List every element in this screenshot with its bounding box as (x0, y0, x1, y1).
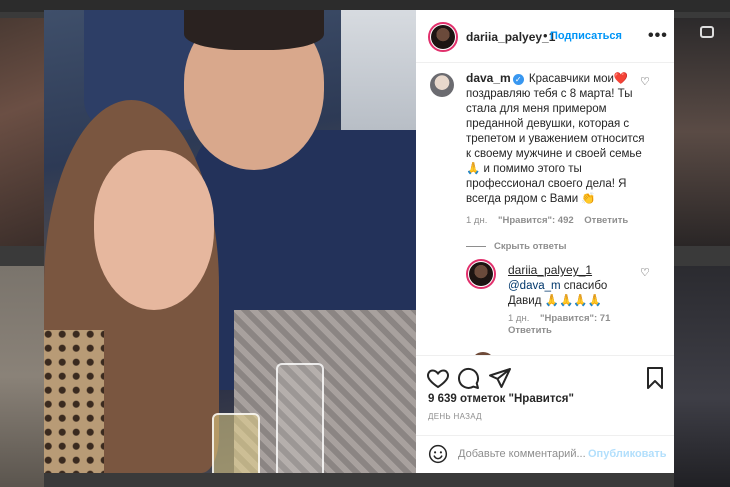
verified-icon: ✓ (512, 74, 524, 85)
post-header: dariia_palyey_1 • Подписаться ••• (416, 10, 674, 63)
blanket (234, 310, 416, 473)
reply-button[interactable]: Ответить (584, 215, 628, 226)
background-post-thumbnail[interactable] (674, 266, 730, 487)
share-icon[interactable] (488, 366, 512, 390)
commenter-username[interactable]: dava_m (466, 71, 511, 85)
comment-like-icon[interactable]: ♡ (640, 75, 650, 88)
reply-like-icon[interactable]: ♡ (640, 266, 650, 279)
comment-likes-count[interactable]: "Нравится": 492 (498, 215, 574, 226)
reply-author-avatar[interactable] (469, 262, 493, 286)
reels-icon (700, 26, 714, 38)
heart-icon[interactable] (426, 366, 450, 390)
airplane-window (341, 10, 416, 130)
leopard-coat (44, 330, 104, 473)
comment-body: dava_m ✓ Красавчики мои❤️ поздравляю тебя… (466, 71, 646, 207)
champagne-glass (212, 413, 260, 473)
author-avatar[interactable] (431, 25, 455, 49)
reply-author-username[interactable]: dariia_palyey_1 (508, 263, 592, 277)
reply-body: dariia_palyey_1 @dava_m спасибо Давид 🙏🙏… (508, 263, 633, 309)
reply-time: 1 дн. (508, 313, 530, 324)
post-photo[interactable] (44, 10, 416, 473)
background-post-thumbnail[interactable] (674, 18, 730, 246)
likes-count[interactable]: 9 639 отметок "Нравится" (428, 393, 574, 405)
comment-text: Красавчики мои❤️ поздравляю тебя с 8 мар… (466, 73, 645, 205)
divider-line (466, 245, 486, 247)
more-icon[interactable]: ••• (648, 27, 668, 45)
add-comment-row: Опубликовать (416, 435, 674, 473)
reply-meta: 1 дн. "Нравится": 71 Ответить (508, 313, 628, 337)
separator-dot: • (543, 28, 548, 43)
comment-input[interactable] (458, 444, 608, 464)
background-post-thumbnail[interactable] (0, 266, 44, 487)
bookmark-icon[interactable] (643, 366, 667, 390)
publish-button[interactable]: Опубликовать (588, 448, 667, 460)
background-post-thumbnail[interactable] (0, 18, 44, 246)
champagne-glass (276, 363, 324, 473)
hide-replies-label: Скрыть ответы (494, 241, 567, 252)
commenter-avatar[interactable] (430, 73, 454, 97)
mention-link[interactable]: @dava_m (508, 280, 561, 292)
woman-face (94, 150, 214, 310)
hide-replies-button[interactable]: Скрыть ответы (466, 241, 567, 252)
reply-likes-count[interactable]: "Нравится": 71 (540, 313, 610, 324)
post-date[interactable]: ДЕНЬ НАЗАД (428, 412, 482, 421)
post-side-panel: dariia_palyey_1 • Подписаться ••• dava_m… (416, 10, 674, 473)
comment-meta: 1 дн. "Нравится": 492 Ответить (466, 215, 636, 226)
follow-button[interactable]: Подписаться (550, 30, 622, 42)
comment-icon[interactable] (456, 366, 480, 390)
comments-list[interactable]: dava_m ✓ Красавчики мои❤️ поздравляю тебя… (416, 63, 674, 355)
reply-button[interactable]: Ответить (508, 325, 552, 336)
author-username[interactable]: dariia_palyey_1 (466, 30, 555, 44)
man-hair (184, 10, 324, 50)
comment-time: 1 дн. (466, 215, 488, 226)
emoji-icon[interactable] (428, 444, 448, 464)
